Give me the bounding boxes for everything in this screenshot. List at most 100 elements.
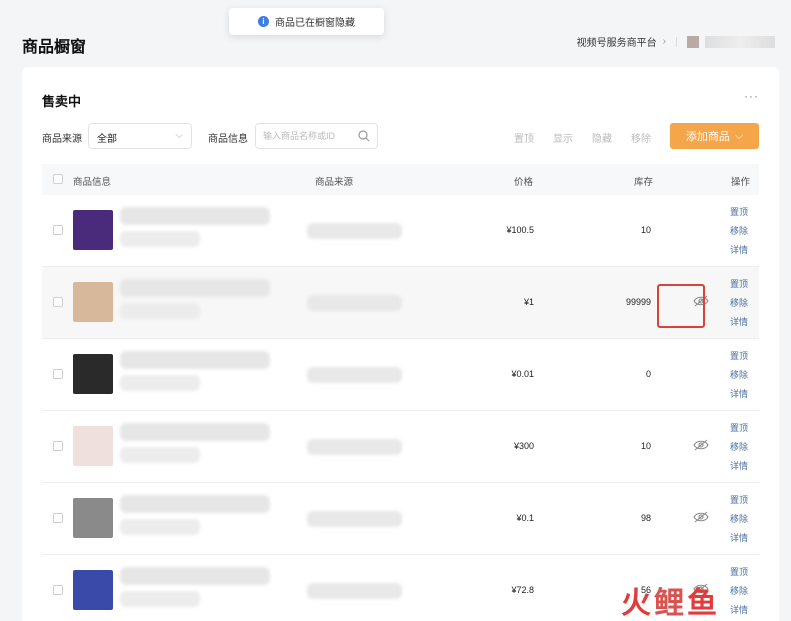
- info-icon: i: [258, 16, 269, 27]
- product-source-blurred: [307, 439, 402, 455]
- row-checkbox[interactable]: [53, 369, 63, 379]
- shop-window-card: 售卖中 ··· 商品来源 全部 ⌵ 商品信息 置顶 显示 隐藏 移除 添加商品 …: [22, 67, 779, 621]
- pin-link[interactable]: 置顶: [730, 421, 748, 434]
- product-price: ¥1: [523, 297, 534, 307]
- pin-link[interactable]: 置顶: [730, 205, 748, 218]
- product-id-blurred: [120, 519, 200, 535]
- product-stock: 10: [640, 441, 651, 451]
- product-price: ¥100.5: [506, 225, 534, 235]
- remove-link[interactable]: 移除: [730, 224, 748, 237]
- row-ops: 置顶 移除 详情: [730, 205, 748, 256]
- show-action[interactable]: 显示: [553, 130, 573, 145]
- chevron-down-icon: ⌵: [175, 130, 183, 141]
- pin-action[interactable]: 置顶: [514, 130, 534, 145]
- row-checkbox[interactable]: [53, 441, 63, 451]
- platform-link[interactable]: 视频号服务商平台: [577, 34, 657, 49]
- hidden-eye-icon[interactable]: [693, 439, 709, 451]
- detail-link[interactable]: 详情: [730, 603, 748, 616]
- watermark-logo: 火 鲤 鱼: [621, 578, 717, 621]
- row-checkbox[interactable]: [53, 585, 63, 595]
- product-price: ¥300: [513, 441, 534, 451]
- source-select-value: 全部: [97, 134, 117, 145]
- product-price: ¥0.01: [511, 369, 534, 379]
- username-blurred[interactable]: [705, 35, 775, 48]
- chevron-right-icon: ›: [662, 36, 666, 47]
- search-input[interactable]: [256, 124, 352, 148]
- product-id-blurred: [120, 591, 200, 607]
- search-box: [255, 123, 378, 149]
- product-thumbnail: [73, 282, 113, 322]
- table-row: ¥300 10 置顶移除详情: [42, 411, 759, 483]
- table-row: ¥1 99999 置顶移除详情: [42, 267, 759, 339]
- row-ops: 置顶 移除 详情: [730, 565, 748, 616]
- more-options-icon[interactable]: ···: [744, 89, 759, 103]
- product-thumbnail: [73, 570, 113, 610]
- detail-link[interactable]: 详情: [730, 315, 748, 328]
- product-source-blurred: [307, 223, 402, 239]
- detail-link[interactable]: 详情: [730, 243, 748, 256]
- product-name-blurred: [120, 351, 270, 369]
- product-stock: 10: [640, 225, 651, 235]
- detail-link[interactable]: 详情: [730, 387, 748, 400]
- pin-link[interactable]: 置顶: [730, 565, 748, 578]
- source-filter-label: 商品来源: [42, 134, 82, 145]
- toast-text: 商品已在橱窗隐藏: [275, 18, 355, 29]
- product-price: ¥72.8: [511, 585, 534, 595]
- pin-link[interactable]: 置顶: [730, 493, 748, 506]
- product-id-blurred: [120, 375, 200, 391]
- remove-link[interactable]: 移除: [730, 368, 748, 381]
- product-name-blurred: [120, 207, 270, 225]
- page-title: 商品橱窗: [22, 39, 87, 56]
- table-row: ¥0.1 98 置顶 移除 详情: [42, 483, 759, 555]
- remove-link[interactable]: 移除: [730, 584, 748, 597]
- product-source-blurred: [307, 511, 402, 527]
- col-source: 商品来源: [315, 177, 354, 188]
- detail-link[interactable]: 详情: [730, 531, 748, 544]
- avatar[interactable]: [687, 35, 699, 48]
- add-product-button[interactable]: 添加商品 ⌵: [670, 123, 759, 149]
- pin-link[interactable]: 置顶: [730, 349, 748, 362]
- product-thumbnail: [73, 498, 113, 538]
- table-row: ¥100.5 10 置顶移除详情: [42, 195, 759, 267]
- product-stock: 0: [645, 369, 651, 379]
- row-checkbox[interactable]: [53, 225, 63, 235]
- remove-link[interactable]: 移除: [730, 296, 748, 309]
- col-stock: 库存: [634, 177, 654, 188]
- row-checkbox[interactable]: [53, 297, 63, 307]
- product-source-blurred: [307, 295, 402, 311]
- row-ops: 置顶 移除 详情: [730, 349, 748, 400]
- product-thumbnail: [73, 210, 113, 250]
- product-thumbnail: [73, 426, 113, 466]
- row-ops: 置顶 移除 详情: [730, 277, 748, 328]
- select-all-checkbox[interactable]: [53, 174, 63, 184]
- product-source-blurred: [307, 583, 402, 599]
- add-product-label: 添加商品: [685, 131, 730, 143]
- product-stock: 98: [640, 513, 651, 523]
- divider: [676, 36, 677, 47]
- search-icon[interactable]: [358, 130, 370, 142]
- watermark-char-2: 鲤: [654, 587, 684, 620]
- table-header: 商品信息 商品来源 价格 库存 操作: [42, 164, 759, 195]
- product-name-blurred: [120, 423, 270, 441]
- product-stock: 99999: [625, 297, 651, 307]
- col-price: 价格: [514, 177, 534, 188]
- col-info: 商品信息: [73, 177, 112, 188]
- watermark-char-1: 火: [621, 587, 651, 620]
- info-filter-label: 商品信息: [208, 134, 248, 145]
- product-name-blurred: [120, 567, 270, 585]
- row-checkbox[interactable]: [53, 513, 63, 523]
- source-select[interactable]: 全部 ⌵: [88, 123, 192, 149]
- product-table: 商品信息 商品来源 价格 库存 操作 ¥100.5 10 置顶 移除 详情 ¥1 99999…: [42, 164, 759, 621]
- hidden-eye-icon[interactable]: [693, 511, 709, 523]
- hide-action[interactable]: 隐藏: [592, 130, 612, 145]
- remove-action[interactable]: 移除: [631, 130, 651, 145]
- product-name-blurred: [120, 495, 270, 513]
- watermark-char-3: 鱼: [687, 587, 717, 620]
- remove-link[interactable]: 移除: [730, 440, 748, 453]
- remove-link[interactable]: 移除: [730, 512, 748, 525]
- highlight-box: [657, 284, 705, 328]
- product-id-blurred: [120, 447, 200, 463]
- table-row: ¥0.01 0 置顶移除详情: [42, 339, 759, 411]
- pin-link[interactable]: 置顶: [730, 277, 748, 290]
- detail-link[interactable]: 详情: [730, 459, 748, 472]
